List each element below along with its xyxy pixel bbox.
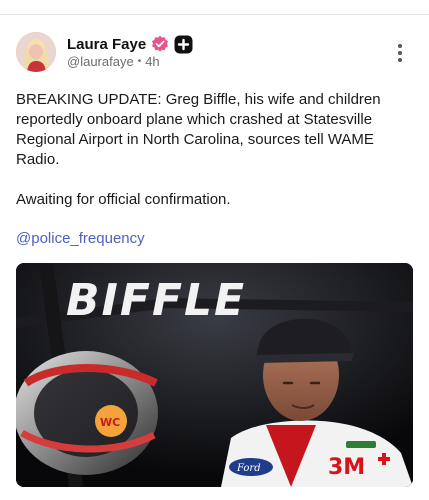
author-row: Laura Faye xyxy=(67,33,193,55)
sponsor-ford: Ford xyxy=(236,463,261,474)
post-meta: @laurafaye • 4h xyxy=(67,54,160,69)
author-name[interactable]: Laura Faye xyxy=(67,36,146,53)
banner-text: BIFFLE xyxy=(66,275,246,326)
avatar[interactable] xyxy=(16,32,56,72)
more-vertical-icon[interactable] xyxy=(392,42,408,64)
meta-separator: • xyxy=(137,56,142,67)
post-media-image[interactable]: BIFFLE WC Ford 3M xyxy=(16,263,413,487)
sponsor-3m: 3M xyxy=(328,455,365,480)
plus-badge-icon xyxy=(174,35,193,54)
mention-link[interactable]: @police_frequency xyxy=(16,229,145,249)
author-handle[interactable]: @laurafaye xyxy=(67,54,134,69)
post-card[interactable]: Laura Faye @laurafaye • 4h BREAKING UPDA… xyxy=(0,15,429,500)
verified-badge-icon xyxy=(151,35,169,53)
post-text: BREAKING UPDATE: Greg Biffle, his wife a… xyxy=(16,90,414,170)
post-text-paragraph-1: BREAKING UPDATE: Greg Biffle, his wife a… xyxy=(16,91,381,168)
avatar-image xyxy=(16,32,56,72)
post-text-paragraph-2: Awaiting for official confirmation. xyxy=(16,191,231,208)
post-time[interactable]: 4h xyxy=(145,54,159,69)
helmet-logo: WC xyxy=(100,416,120,429)
